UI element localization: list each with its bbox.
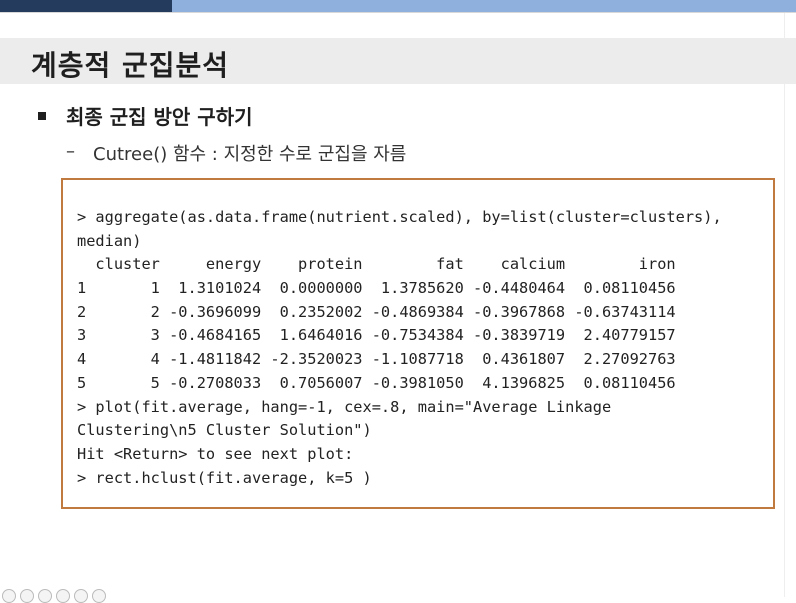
console-line: median) [77,231,142,250]
console-line: 5 5 -0.2708033 0.7056007 -0.3981050 4.13… [77,373,676,392]
back-icon[interactable] [2,589,16,603]
zoom-icon[interactable] [74,589,88,603]
r-console-output: > aggregate(as.data.frame(nutrient.scale… [77,206,722,490]
forward-icon[interactable] [20,589,34,603]
console-line: Hit <Return> to see next plot: [77,444,354,463]
slides-icon[interactable] [56,589,70,603]
console-line: cluster energy protein fat calcium iron [77,255,676,274]
console-line: > plot(fit.average, hang=-1, cex=.8, mai… [77,397,612,416]
slide-title: 계층적 군집분석 [31,49,230,82]
top-accent-dark [0,0,172,12]
slideshow-toolbar [0,589,106,603]
console-line: 2 2 -0.3696099 0.2352002 -0.4869384 -0.3… [77,302,676,321]
top-accent-light [172,0,796,12]
console-line: 1 1 1.3101024 0.0000000 1.3785620 -0.448… [77,279,676,298]
more-icon[interactable] [92,589,106,603]
console-line: 3 3 -0.4684165 1.6464016 -0.7534384 -0.3… [77,326,676,345]
console-line: Clustering\n5 Cluster Solution") [77,421,372,440]
top-divider [0,12,796,13]
bullet-level1-text: 최종 군집 방안 구하기 [66,105,253,129]
bullet-level2-text: Cutree() 함수 : 지정한 수로 군집을 자름 [93,144,407,165]
pen-icon[interactable] [38,589,52,603]
dash-bullet: – [66,141,75,162]
square-bullet-icon [38,112,46,120]
console-line: > rect.hclust(fit.average, k=5 ) [77,468,372,487]
r-console-box: > aggregate(as.data.frame(nutrient.scale… [61,178,775,509]
top-accent-bar [0,0,796,12]
console-line: 4 4 -1.4811842 -2.3520023 -1.1087718 0.4… [77,350,676,369]
right-divider [784,13,785,597]
console-line: > aggregate(as.data.frame(nutrient.scale… [77,208,722,226]
